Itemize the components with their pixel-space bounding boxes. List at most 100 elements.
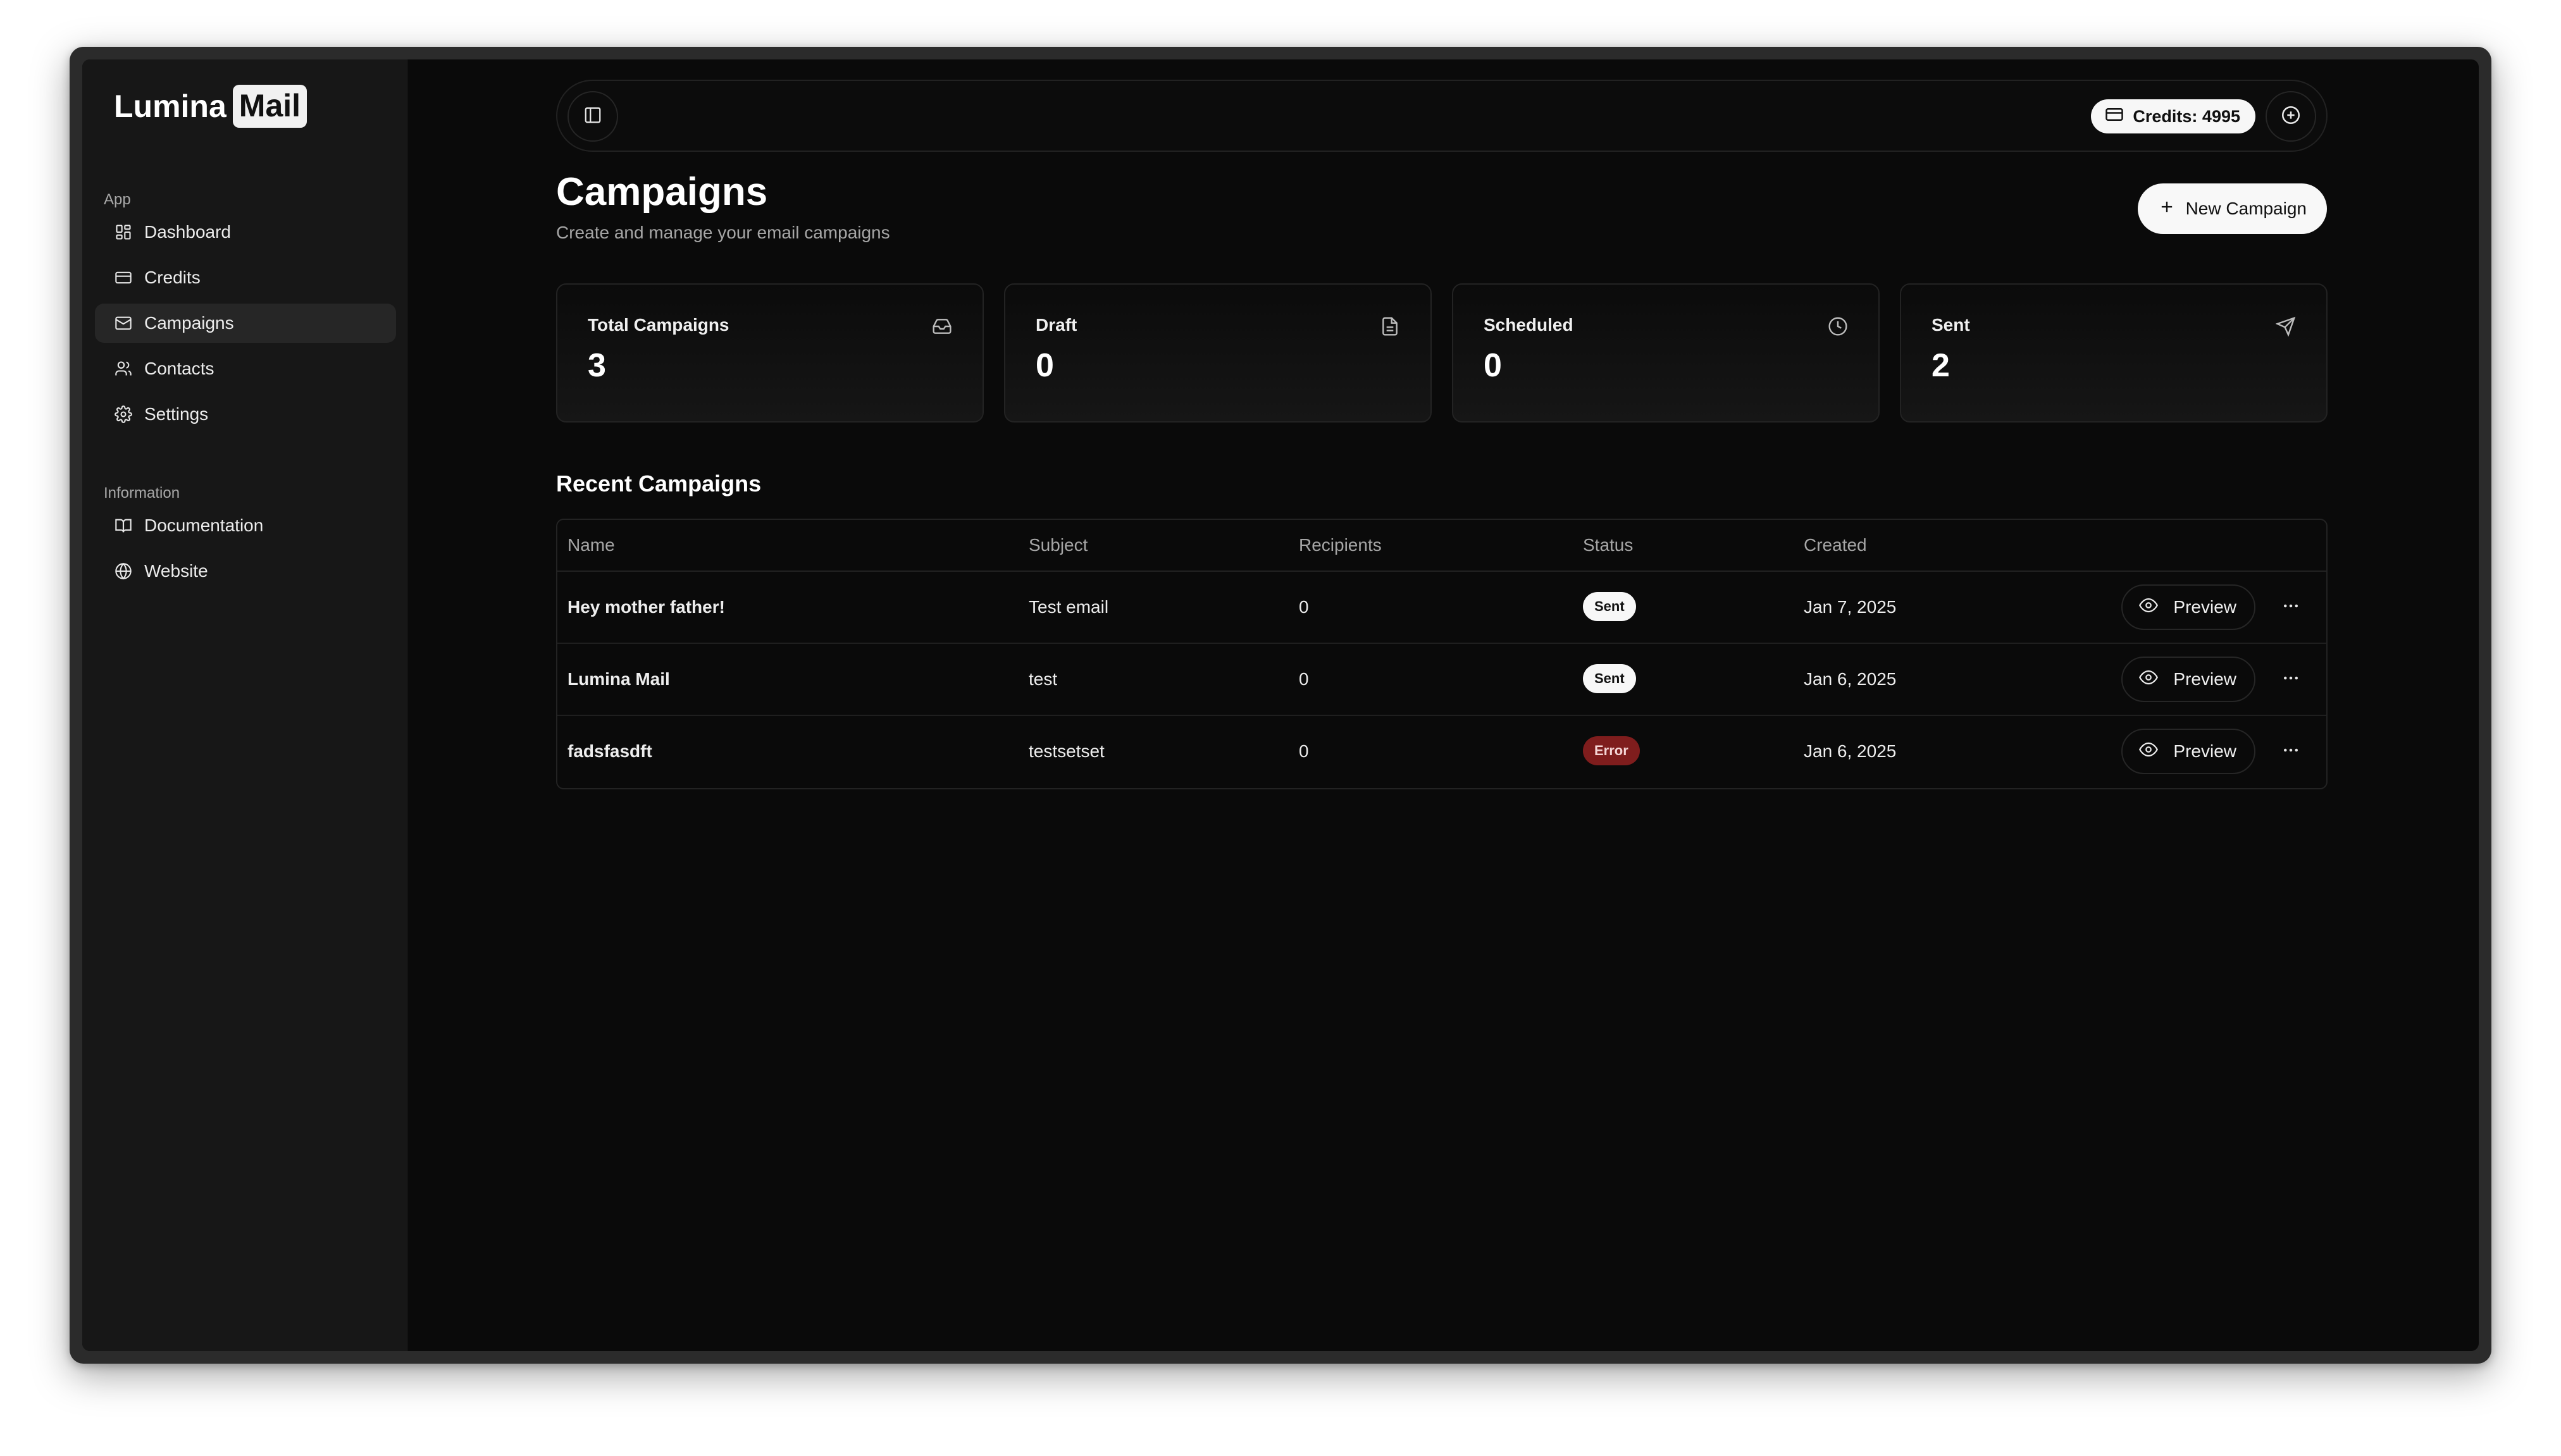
section-label-information: Information — [104, 484, 180, 502]
book-icon — [114, 516, 133, 535]
stats-row: Total Campaigns 3 Draft 0 Scheduled 0 Se… — [556, 283, 2328, 423]
stat-card-total: Total Campaigns 3 — [556, 283, 984, 423]
preview-label: Preview — [2173, 741, 2236, 761]
stat-label: Sent — [1932, 315, 1970, 335]
column-header-status[interactable]: Status — [1583, 535, 1633, 555]
sidebar-item-label: Contacts — [144, 359, 214, 378]
campaign-recipients: 0 — [1299, 741, 1309, 761]
more-horizontal-icon — [2281, 741, 2300, 763]
sidebar-item-label: Campaigns — [144, 313, 234, 333]
sidebar-item-website[interactable]: Website — [95, 552, 396, 591]
preview-label: Preview — [2173, 597, 2236, 617]
preview-label: Preview — [2173, 669, 2236, 689]
stat-value: 3 — [588, 347, 606, 384]
eye-icon — [2139, 740, 2173, 763]
sidebar-item-campaigns[interactable]: Campaigns — [95, 304, 396, 343]
table-row[interactable]: fadsfasdft testsetset 0 Error Jan 6, 202… — [557, 716, 2326, 788]
file-icon — [1380, 316, 1400, 336]
credit-card-icon — [2105, 105, 2133, 128]
stat-label: Scheduled — [1484, 315, 1573, 335]
stat-label: Draft — [1036, 315, 1077, 335]
column-header-created[interactable]: Created — [1804, 535, 1867, 555]
preview-button[interactable]: Preview — [2121, 584, 2255, 630]
preview-button[interactable]: Preview — [2121, 657, 2255, 702]
sidebar: Lumina Mail App Dashboard Credits Campai… — [82, 59, 407, 1351]
column-header-recipients[interactable]: Recipients — [1299, 535, 1382, 555]
inbox-icon — [932, 316, 952, 336]
sidebar-item-label: Documentation — [144, 515, 264, 535]
globe-icon — [114, 562, 133, 581]
send-icon — [2275, 316, 2296, 337]
sidebar-item-label: Credits — [144, 268, 201, 287]
recent-campaigns-title: Recent Campaigns — [556, 471, 762, 497]
logo-text: Lumina — [114, 89, 226, 124]
clock-icon — [1828, 316, 1848, 336]
campaign-created: Jan 7, 2025 — [1804, 597, 1897, 617]
page-subtitle: Create and manage your email campaigns — [556, 223, 890, 242]
campaign-created: Jan 6, 2025 — [1804, 741, 1897, 761]
top-bar: Credits: 4995 — [556, 80, 2328, 152]
eye-icon — [2139, 668, 2173, 691]
stat-card-sent: Sent 2 — [1900, 283, 2328, 423]
campaigns-table: Name Subject Recipients Status Created H… — [556, 519, 2328, 789]
credit-card-icon — [114, 268, 133, 287]
status-badge: Sent — [1583, 592, 1636, 621]
credits-label: Credits: 4995 — [2133, 106, 2240, 126]
new-campaign-button[interactable]: New Campaign — [2137, 183, 2327, 234]
plus-icon — [2158, 198, 2186, 220]
more-actions-button[interactable] — [2277, 593, 2305, 621]
stat-value: 0 — [1036, 347, 1054, 384]
main-content: Credits: 4995 Campaigns Create and manag… — [407, 59, 2479, 1351]
sidebar-item-contacts[interactable]: Contacts — [95, 349, 396, 388]
sidebar-item-label: Settings — [144, 404, 209, 424]
more-horizontal-icon — [2281, 596, 2300, 619]
column-header-name[interactable]: Name — [567, 535, 615, 555]
preview-button[interactable]: Preview — [2121, 729, 2255, 774]
sidebar-toggle-icon — [583, 106, 602, 128]
page-title: Campaigns — [556, 170, 768, 214]
sidebar-item-label: Dashboard — [144, 222, 231, 242]
table-header: Name Subject Recipients Status Created — [557, 520, 2326, 572]
logo[interactable]: Lumina Mail — [114, 85, 307, 128]
sidebar-item-settings[interactable]: Settings — [95, 395, 396, 434]
campaign-name: Hey mother father! — [567, 597, 725, 617]
mail-icon — [114, 314, 133, 333]
more-actions-button[interactable] — [2277, 737, 2305, 765]
campaign-name: fadsfasdft — [567, 741, 652, 761]
sidebar-item-credits[interactable]: Credits — [95, 258, 396, 297]
table-row[interactable]: Lumina Mail test 0 Sent Jan 6, 2025 Prev… — [557, 644, 2326, 716]
section-label-app: App — [104, 191, 131, 208]
stat-label: Total Campaigns — [588, 315, 729, 335]
stat-card-scheduled: Scheduled 0 — [1452, 283, 1880, 423]
campaign-created: Jan 6, 2025 — [1804, 669, 1897, 689]
status-badge: Sent — [1583, 664, 1636, 693]
sidebar-item-documentation[interactable]: Documentation — [95, 506, 396, 545]
more-actions-button[interactable] — [2277, 665, 2305, 693]
logo-badge: Mail — [232, 85, 307, 128]
campaign-subject: Test email — [1029, 597, 1109, 617]
stat-card-draft: Draft 0 — [1004, 283, 1432, 423]
sidebar-item-label: Website — [144, 561, 208, 581]
campaign-recipients: 0 — [1299, 597, 1309, 617]
column-header-subject[interactable]: Subject — [1029, 535, 1088, 555]
eye-icon — [2139, 596, 2173, 619]
sidebar-item-dashboard[interactable]: Dashboard — [95, 213, 396, 252]
plus-circle-icon — [2280, 104, 2302, 129]
gear-icon — [114, 405, 133, 424]
sidebar-toggle-button[interactable] — [567, 91, 618, 142]
users-icon — [114, 359, 133, 378]
app-frame: Lumina Mail App Dashboard Credits Campai… — [82, 59, 2479, 1351]
more-horizontal-icon — [2281, 669, 2300, 691]
stat-value: 2 — [1932, 347, 1950, 384]
add-credits-button[interactable] — [2266, 91, 2316, 142]
credits-badge[interactable]: Credits: 4995 — [2091, 99, 2255, 133]
new-campaign-label: New Campaign — [2185, 199, 2307, 218]
campaign-subject: testsetset — [1029, 741, 1105, 761]
dashboard-icon — [114, 223, 133, 242]
table-row[interactable]: Hey mother father! Test email 0 Sent Jan… — [557, 572, 2326, 644]
app-window: Lumina Mail App Dashboard Credits Campai… — [70, 47, 2491, 1364]
stat-value: 0 — [1484, 347, 1502, 384]
status-badge: Error — [1583, 736, 1640, 765]
campaign-subject: test — [1029, 669, 1058, 689]
campaign-name: Lumina Mail — [567, 669, 670, 689]
